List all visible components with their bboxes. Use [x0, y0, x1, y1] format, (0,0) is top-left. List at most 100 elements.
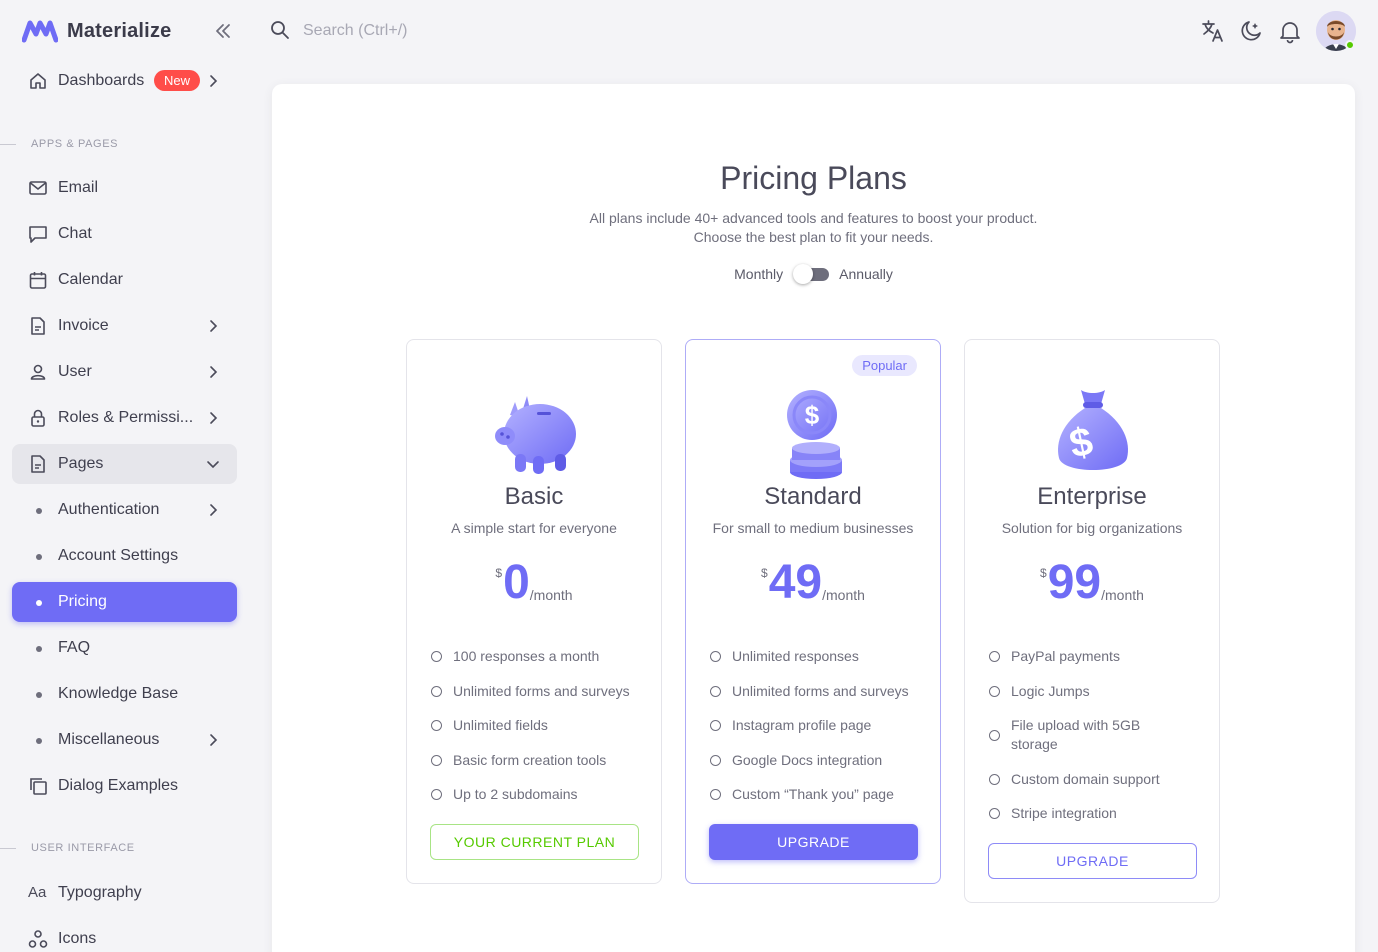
plan-price: $ 49 /month	[686, 554, 940, 612]
document-icon	[31, 455, 45, 473]
feature-item: File upload with 5GB storage	[989, 716, 1174, 754]
sidebar-item-pages[interactable]: Pages	[12, 444, 237, 484]
sidebar-item-calendar[interactable]: Calendar	[12, 260, 237, 300]
search-input[interactable]	[303, 20, 603, 42]
sidebar-item-label: Roles & Permissi...	[58, 409, 194, 426]
feature-item: Stripe integration	[989, 804, 1174, 823]
popular-badge: Popular	[852, 355, 917, 376]
sidebar-item-typography[interactable]: Aa Typography	[12, 873, 237, 913]
sidebar-item-authentication[interactable]: Authentication	[12, 490, 237, 530]
sidebar: Materialize Dashboards New APPS & PAGES …	[0, 0, 250, 952]
sidebar-item-miscellaneous[interactable]: Miscellaneous	[12, 720, 237, 760]
coins-icon: $	[787, 390, 842, 479]
sidebar-item-account-settings[interactable]: Account Settings	[12, 536, 237, 576]
plan-card-basic: Basic A simple start for everyone $ 0 /m…	[406, 339, 662, 884]
sidebar-item-label: Invoice	[58, 317, 109, 334]
price-amount: 0	[503, 556, 530, 609]
sidebar-item-label: User	[58, 363, 92, 380]
subtitle-line: All plans include 40+ advanced tools and…	[589, 210, 1038, 226]
bell-icon[interactable]	[1277, 18, 1303, 44]
billing-toggle-row: Monthly Annually	[272, 264, 1355, 284]
sidebar-item-label: Pricing	[58, 593, 107, 610]
plan-description: A simple start for everyone	[451, 520, 617, 536]
price-currency: $	[495, 566, 503, 580]
plan-price: $ 0 /month	[407, 554, 661, 612]
chevron-right-icon	[210, 75, 218, 87]
chevron-right-icon	[210, 320, 218, 332]
toggle-label-annually[interactable]: Annually	[839, 266, 893, 282]
sidebar-item-chat[interactable]: Chat	[12, 214, 237, 254]
bullet-icon	[36, 508, 42, 514]
circle-icon	[989, 685, 1000, 697]
sidebar-item-label: Account Settings	[58, 547, 179, 564]
plan-description: Solution for big organizations	[1001, 520, 1183, 536]
feature-item: Custom “Thank you” page	[710, 785, 930, 804]
sidebar-item-label: Pages	[58, 455, 104, 472]
home-icon	[30, 73, 46, 89]
circle-icon	[710, 685, 721, 697]
sidebar-item-knowledge-base[interactable]: Knowledge Base	[12, 674, 237, 714]
price-period: /month	[529, 587, 573, 603]
feature-item: Unlimited forms and surveys	[710, 682, 930, 701]
piggy-bank-icon	[495, 396, 576, 474]
feature-item: Instagram profile page	[710, 716, 930, 735]
sidebar-item-dashboards[interactable]: Dashboards New	[12, 61, 237, 101]
new-badge: New	[154, 70, 201, 91]
plan-name: Enterprise	[1037, 483, 1147, 510]
section-header-ui: USER INTERFACE	[0, 840, 250, 856]
money-bag-icon: $	[1058, 390, 1128, 470]
circle-icon	[431, 754, 442, 766]
chat-icon	[29, 226, 47, 243]
sidebar-item-label: Authentication	[58, 501, 160, 518]
bullet-icon	[36, 692, 42, 698]
chevron-right-icon	[210, 366, 218, 378]
sidebar-item-email[interactable]: Email	[12, 168, 237, 208]
sidebar-item-user[interactable]: User	[12, 352, 237, 392]
sidebar-item-label: Miscellaneous	[58, 731, 160, 748]
feature-item: PayPal payments	[989, 647, 1174, 666]
circle-icon	[431, 789, 442, 800]
circle-icon	[989, 651, 1000, 662]
sidebar-item-faq[interactable]: FAQ	[12, 628, 237, 668]
toggle-label-monthly[interactable]: Monthly	[734, 266, 783, 282]
feature-list: PayPal payments Logic Jumps File upload …	[989, 647, 1174, 839]
feature-item: 100 responses a month	[431, 647, 651, 666]
section-header-label: USER INTERFACE	[31, 842, 135, 854]
price-period: /month	[1101, 587, 1144, 603]
circle-icon	[431, 720, 442, 731]
shapes-icon	[28, 930, 48, 948]
sidebar-item-pricing[interactable]: Pricing	[12, 582, 237, 622]
sidebar-item-label: Dashboards	[58, 72, 145, 89]
circle-icon	[710, 789, 721, 800]
circle-icon	[710, 720, 721, 731]
upgrade-button[interactable]: UPGRADE	[709, 824, 918, 860]
price-period: /month	[822, 587, 865, 603]
circle-icon	[989, 730, 1000, 741]
page-title: Pricing Plans	[720, 160, 907, 196]
sidebar-item-roles[interactable]: Roles & Permissi...	[12, 398, 237, 438]
current-plan-button[interactable]: YOUR CURRENT PLAN	[430, 824, 639, 860]
search-icon[interactable]	[270, 20, 290, 40]
billing-toggle[interactable]	[793, 264, 830, 284]
upgrade-button[interactable]: UPGRADE	[988, 843, 1197, 879]
bullet-icon	[36, 600, 42, 606]
feature-item: Unlimited responses	[710, 647, 930, 666]
plan-description: For small to medium businesses	[712, 520, 914, 536]
feature-item: Custom domain support	[989, 770, 1174, 789]
feature-item: Google Docs integration	[710, 751, 930, 770]
sidebar-item-invoice[interactable]: Invoice	[12, 306, 237, 346]
moon-icon[interactable]	[1238, 18, 1264, 44]
plan-card-enterprise: $ Enterprise Solution for big organizati…	[964, 339, 1220, 903]
sidebar-item-label: Chat	[58, 225, 92, 242]
collapse-icon[interactable]	[212, 20, 234, 42]
chevron-right-icon	[210, 412, 218, 424]
sidebar-item-dialog-examples[interactable]: Dialog Examples	[12, 766, 237, 806]
translate-icon[interactable]	[1200, 18, 1226, 44]
feature-list: 100 responses a month Unlimited forms an…	[431, 647, 651, 820]
chevron-right-icon	[210, 734, 218, 746]
sidebar-item-icons[interactable]: Icons	[12, 919, 237, 952]
brand[interactable]: Materialize	[22, 16, 171, 46]
user-icon	[30, 364, 46, 380]
section-header-label: APPS & PAGES	[31, 138, 119, 150]
plan-price: $ 99 /month	[965, 554, 1219, 612]
